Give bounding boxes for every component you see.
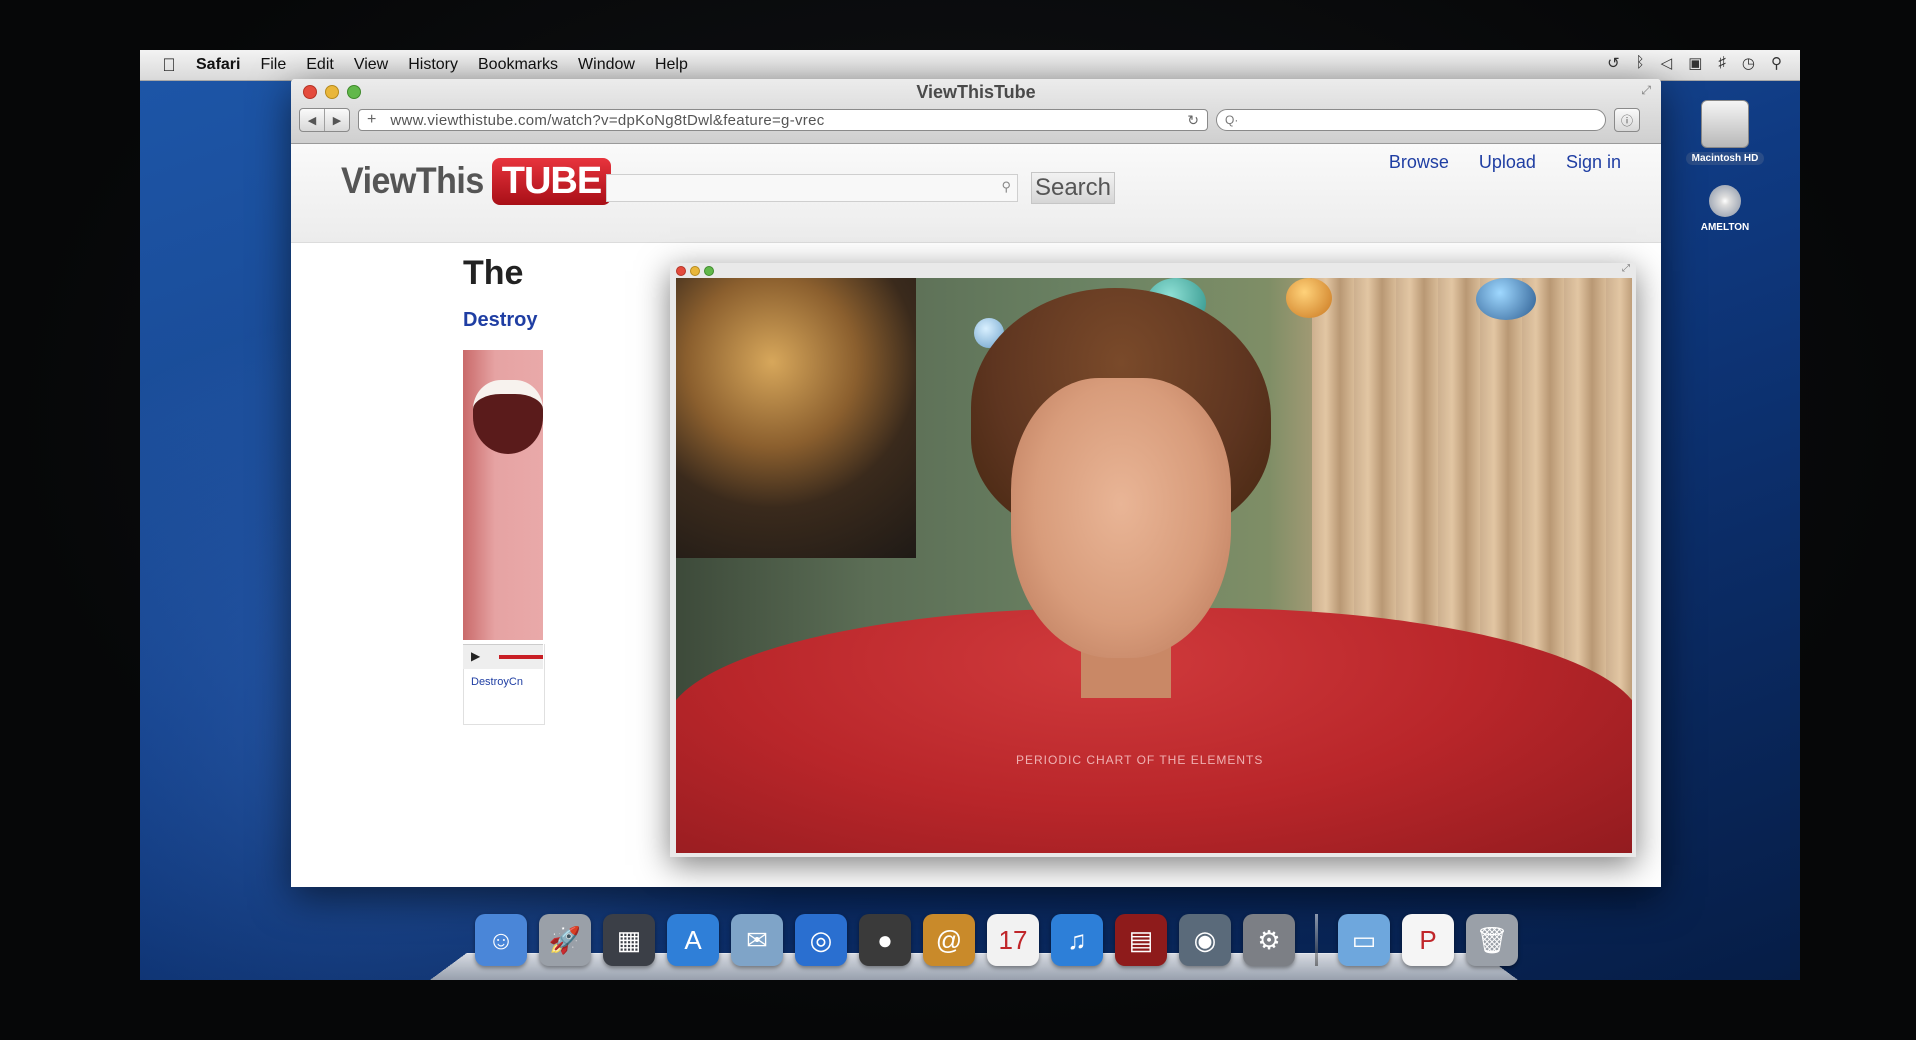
clock-icon[interactable]: ◷ bbox=[1742, 54, 1755, 72]
folder-icon[interactable]: ▭ bbox=[1338, 914, 1390, 966]
search-icon: ⚲ bbox=[1001, 179, 1011, 194]
hard-drive-icon bbox=[1701, 100, 1749, 148]
desktop-icon-label: AMELTON bbox=[1700, 222, 1750, 233]
shirt-print: PERIODIC CHART OF THE ELEMENTS bbox=[1016, 753, 1264, 767]
sign-in-link[interactable]: Sign in bbox=[1566, 152, 1621, 173]
back-button[interactable]: ◀ bbox=[300, 109, 324, 131]
desktop-screen:  Safari File Edit View History Bookmark… bbox=[140, 50, 1800, 980]
play-icon[interactable]: ▶ bbox=[471, 649, 480, 663]
system-preferences-icon[interactable]: ⚙ bbox=[1243, 914, 1295, 966]
desktop-icon-label: Macintosh HD bbox=[1685, 152, 1765, 165]
planet-ornament bbox=[1476, 278, 1536, 320]
search-icon: Q· bbox=[1225, 113, 1239, 127]
apple-menu-icon[interactable]:  bbox=[156, 52, 182, 78]
itunes-icon[interactable]: ♫ bbox=[1051, 914, 1103, 966]
thumbnail-mouth bbox=[473, 380, 543, 454]
video-title: The bbox=[463, 254, 524, 292]
pages-document-icon[interactable]: P bbox=[1402, 914, 1454, 966]
desktop-icon-amelton[interactable]: AMELTON bbox=[1675, 185, 1775, 234]
browse-link[interactable]: Browse bbox=[1389, 152, 1449, 173]
window-title: ViewThisTube bbox=[916, 82, 1036, 102]
video-popup-window: ⤢ PERIODIC CHART OF THE ELEMENTS bbox=[670, 263, 1636, 857]
navigation-row: ◀ ▶ + www.viewthistube.com/watch?v=dpKoN… bbox=[299, 107, 1653, 133]
reload-icon[interactable]: ↻ bbox=[1187, 112, 1199, 129]
logo-text-tube: TUBE bbox=[491, 158, 612, 205]
window-toolbar: ViewThisTube ⤢ ◀ ▶ + www.viewthistube.co… bbox=[291, 79, 1661, 144]
disc-icon bbox=[1709, 185, 1741, 217]
menu-bookmarks[interactable]: Bookmarks bbox=[478, 56, 558, 74]
url-text[interactable]: www.viewthistube.com/watch?v=dpKoNg8tDwl… bbox=[390, 112, 1187, 129]
logo-text-viewthis: ViewThis bbox=[341, 160, 484, 202]
photo-booth-icon[interactable]: ▤ bbox=[1115, 914, 1167, 966]
monitor-bezel:  Safari File Edit View History Bookmark… bbox=[0, 0, 1916, 1040]
app-store-icon[interactable]: A bbox=[667, 914, 719, 966]
ical-icon[interactable]: 17 bbox=[987, 914, 1039, 966]
solar-system-poster bbox=[676, 278, 916, 558]
search-button[interactable]: Search bbox=[1031, 172, 1115, 204]
menu-bar:  Safari File Edit View History Bookmark… bbox=[140, 50, 1800, 81]
facetime-icon[interactable]: ● bbox=[859, 914, 911, 966]
forward-button[interactable]: ▶ bbox=[324, 109, 349, 131]
display-icon[interactable]: ▣ bbox=[1688, 54, 1702, 72]
menu-app-name[interactable]: Safari bbox=[196, 56, 240, 74]
address-bar[interactable]: + www.viewthistube.com/watch?v=dpKoNg8tD… bbox=[358, 109, 1208, 131]
zoom-popup-icon[interactable] bbox=[704, 266, 714, 276]
browser-search-field[interactable]: Q· bbox=[1216, 109, 1606, 131]
planet-ornament bbox=[1286, 278, 1332, 318]
site-header: ViewThis TUBE ⚲ Search Browse Upload Sig… bbox=[291, 144, 1661, 243]
person-face bbox=[1011, 378, 1231, 658]
launchpad-icon[interactable]: 🚀 bbox=[539, 914, 591, 966]
menu-edit[interactable]: Edit bbox=[306, 56, 334, 74]
volume-icon[interactable]: ♯ bbox=[1718, 54, 1726, 72]
finder-icon[interactable]: ☺ bbox=[475, 914, 527, 966]
spotlight-icon[interactable]: ⚲ bbox=[1771, 54, 1782, 72]
menu-view[interactable]: View bbox=[354, 56, 388, 74]
downloads-button[interactable]: ⓘ bbox=[1614, 108, 1640, 132]
close-popup-icon[interactable] bbox=[676, 266, 686, 276]
time-machine-icon[interactable]: ↺ bbox=[1607, 54, 1620, 72]
embedded-video-thumbnail[interactable] bbox=[463, 350, 543, 640]
fullscreen-icon[interactable]: ⤢ bbox=[1622, 263, 1630, 274]
menu-file[interactable]: File bbox=[260, 56, 286, 74]
iphoto-icon[interactable]: ◉ bbox=[1179, 914, 1231, 966]
upload-link[interactable]: Upload bbox=[1479, 152, 1536, 173]
progress-bar[interactable] bbox=[499, 655, 543, 659]
status-icons: ↺ ᛒ ◁ ▣ ♯ ◷ ⚲ bbox=[1607, 54, 1782, 72]
header-links: Browse Upload Sign in bbox=[1389, 152, 1621, 173]
wifi-icon[interactable]: ◁ bbox=[1661, 54, 1673, 72]
bluetooth-icon[interactable]: ᛒ bbox=[1636, 54, 1645, 72]
dock-separator bbox=[1315, 914, 1318, 966]
desktop-icon-macintosh-hd[interactable]: Macintosh HD bbox=[1675, 100, 1775, 165]
menu-history[interactable]: History bbox=[408, 56, 458, 74]
site-search-input[interactable]: ⚲ bbox=[606, 174, 1018, 202]
minimize-popup-icon[interactable] bbox=[690, 266, 700, 276]
menu-help[interactable]: Help bbox=[655, 56, 688, 74]
back-forward-buttons: ◀ ▶ bbox=[299, 108, 350, 132]
person-head bbox=[971, 288, 1271, 698]
mail-icon[interactable]: ✉ bbox=[731, 914, 783, 966]
dock-icons: ☺ 🚀 ▦ A ✉ ◎ ● @17 ♫ ▤ ◉ ⚙ ▭ P 🗑 bbox=[475, 914, 1518, 966]
site-logo[interactable]: ViewThis TUBE bbox=[341, 158, 612, 205]
popup-window-controls bbox=[676, 266, 714, 276]
player-controls: ▶ bbox=[463, 644, 543, 669]
safari-icon[interactable]: ◎ bbox=[795, 914, 847, 966]
trash-icon[interactable]: 🗑 bbox=[1466, 914, 1518, 966]
add-bookmark-icon[interactable]: + bbox=[367, 111, 376, 129]
fullscreen-icon[interactable]: ⤢ bbox=[1641, 83, 1651, 98]
channel-link[interactable]: Destroy bbox=[463, 309, 537, 332]
dock: ☺ 🚀 ▦ A ✉ ◎ ● @17 ♫ ▤ ◉ ⚙ ▭ P 🗑 bbox=[430, 910, 1518, 980]
mission-control-icon[interactable]: ▦ bbox=[603, 914, 655, 966]
channel-caption[interactable]: DestroyCn bbox=[471, 676, 523, 688]
menu-window[interactable]: Window bbox=[578, 56, 635, 74]
video-frame[interactable]: PERIODIC CHART OF THE ELEMENTS bbox=[676, 278, 1632, 853]
address-book-icon[interactable]: @ bbox=[923, 914, 975, 966]
